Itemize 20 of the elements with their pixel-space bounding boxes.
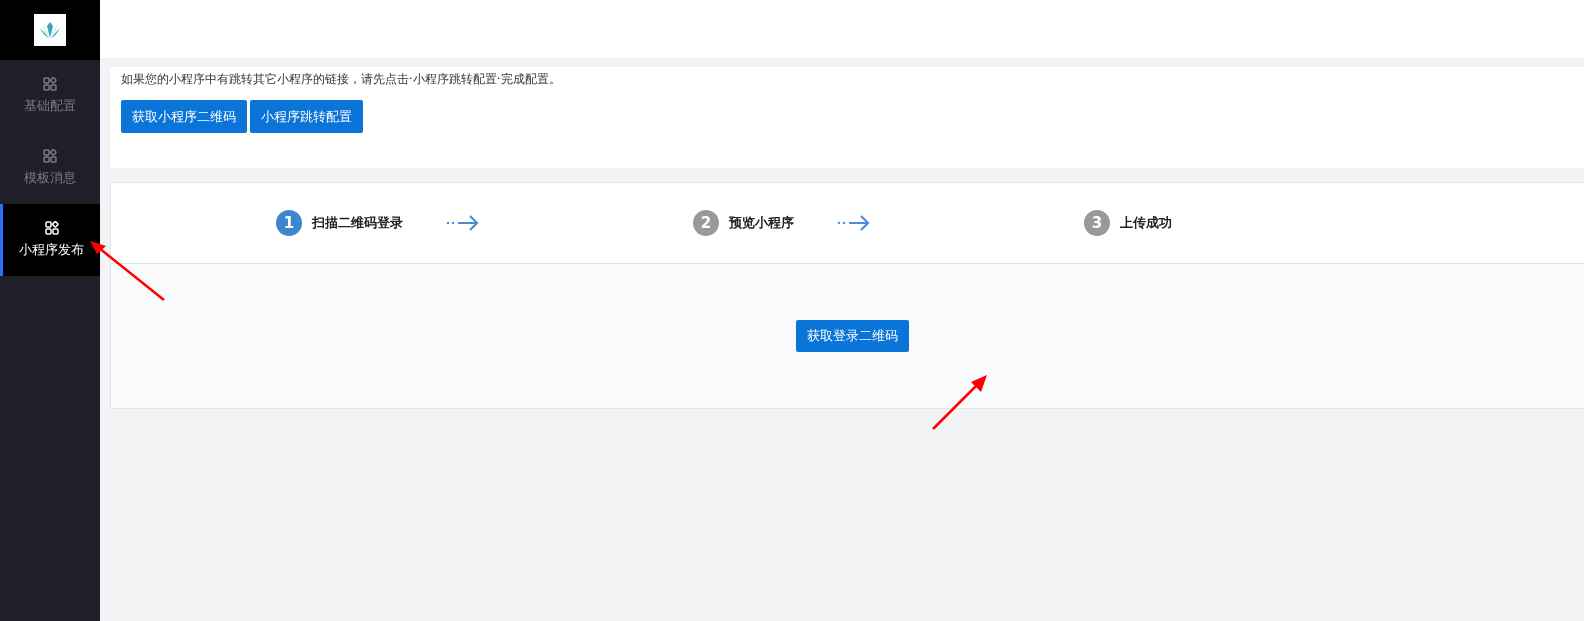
step-number: 1 — [276, 210, 302, 236]
dotted-arrow-icon — [446, 214, 480, 232]
get-login-qr-button[interactable]: 获取登录二维码 — [796, 320, 909, 352]
annotation-arrow — [930, 372, 990, 432]
action-button[interactable]: 小程序跳转配置 — [250, 100, 363, 133]
step-label: 上传成功 — [1120, 214, 1172, 232]
step-number: 3 — [1084, 210, 1110, 236]
notice-text: 如果您的小程序中有跳转其它小程序的链接，请先点击·小程序跳转配置·完成配置。 — [121, 71, 562, 88]
step-number: 2 — [693, 210, 719, 236]
action-button[interactable]: 获取小程序二维码 — [121, 100, 247, 133]
grid-icon — [43, 149, 57, 163]
logo-icon — [34, 14, 66, 46]
sidebar-item[interactable]: 基础配置 — [0, 60, 100, 132]
sidebar-item[interactable]: 小程序发布 — [0, 204, 100, 276]
grid-icon — [43, 77, 57, 91]
dotted-arrow-icon — [837, 214, 871, 232]
step-label: 扫描二维码登录 — [312, 214, 403, 232]
step-label: 预览小程序 — [729, 214, 794, 232]
sidebar-item[interactable]: 模板消息 — [0, 132, 100, 204]
grid-icon — [44, 221, 59, 235]
